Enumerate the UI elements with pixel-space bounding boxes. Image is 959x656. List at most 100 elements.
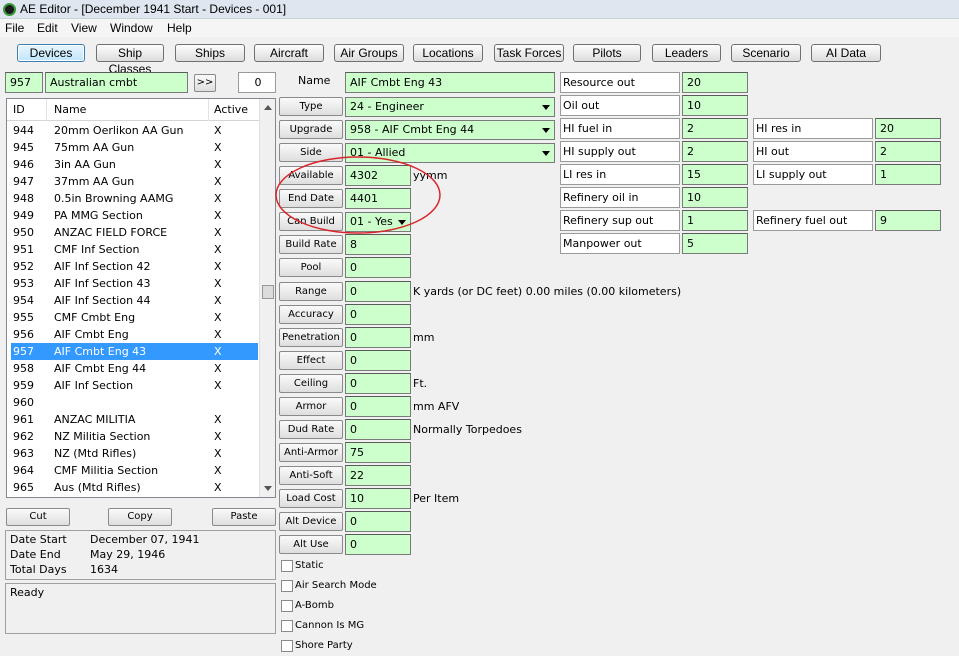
list-item[interactable]: 965 Aus (Mtd Rifles) X: [11, 479, 258, 496]
list-item[interactable]: 959 AIF Inf Section X: [11, 377, 258, 394]
shore-party-checkbox[interactable]: [281, 640, 293, 652]
nation-count-field[interactable]: 0: [238, 72, 276, 93]
alt-use-button[interactable]: Alt Use: [279, 535, 343, 554]
list-item[interactable]: 946 3in AA Gun X: [11, 156, 258, 173]
penetration-field[interactable]: 0: [345, 327, 411, 348]
li-supply-out-field[interactable]: 1: [875, 164, 941, 185]
accuracy-button[interactable]: Accuracy: [279, 305, 343, 324]
pool-button[interactable]: Pool: [279, 258, 343, 277]
armor-button[interactable]: Armor: [279, 397, 343, 416]
tab-scenario[interactable]: Scenario: [731, 44, 801, 62]
effect-button[interactable]: Effect: [279, 351, 343, 370]
upgrade-select[interactable]: 958 - AIF Cmbt Eng 44: [345, 120, 555, 140]
type-button[interactable]: Type: [279, 97, 343, 116]
list-item[interactable]: 948 0.5in Browning AAMG X: [11, 190, 258, 207]
nation-name-field[interactable]: Australian cmbt: [45, 72, 188, 93]
list-item[interactable]: 957 AIF Cmbt Eng 43 X: [11, 343, 258, 360]
li-res-in-field[interactable]: 15: [682, 164, 748, 185]
static-checkbox[interactable]: [281, 560, 293, 572]
list-item[interactable]: 958 AIF Cmbt Eng 44 X: [11, 360, 258, 377]
air-search-mode-checkbox[interactable]: [281, 580, 293, 592]
list-item[interactable]: 956 AIF Cmbt Eng X: [11, 326, 258, 343]
list-item[interactable]: 945 75mm AA Gun X: [11, 139, 258, 156]
hi-supply-out-field[interactable]: 2: [682, 141, 748, 162]
hi-fuel-in-field[interactable]: 2: [682, 118, 748, 139]
effect-field[interactable]: 0: [345, 350, 411, 371]
list-item[interactable]: 962 NZ Militia Section X: [11, 428, 258, 445]
list-item[interactable]: 944 20mm Oerlikon AA Gun X: [11, 122, 258, 139]
oil-out-field[interactable]: 10: [682, 95, 748, 116]
name-field[interactable]: AIF Cmbt Eng 43: [345, 72, 555, 93]
list-item[interactable]: 949 PA MMG Section X: [11, 207, 258, 224]
armor-field[interactable]: 0: [345, 396, 411, 417]
list-item[interactable]: 963 NZ (Mtd Rifles) X: [11, 445, 258, 462]
dud-rate-button[interactable]: Dud Rate: [279, 420, 343, 439]
column-active[interactable]: Active: [214, 103, 248, 116]
scroll-up-icon[interactable]: [264, 105, 272, 110]
anti-soft-button[interactable]: Anti-Soft: [279, 466, 343, 485]
nation-code-field[interactable]: 957: [5, 72, 43, 93]
refinery-sup-out-field[interactable]: 1: [682, 210, 748, 231]
list-item[interactable]: 955 CMF Cmbt Eng X: [11, 309, 258, 326]
alt-device-field[interactable]: 0: [345, 511, 411, 532]
menu-window[interactable]: Window: [110, 19, 153, 37]
ceiling-field[interactable]: 0: [345, 373, 411, 394]
tab-task-forces[interactable]: Task Forces: [494, 44, 564, 62]
tab-ship-classes[interactable]: Ship Classes: [96, 44, 164, 76]
range-button[interactable]: Range: [279, 282, 343, 301]
load-cost-field[interactable]: 10: [345, 488, 411, 509]
list-item[interactable]: 952 AIF Inf Section 42 X: [11, 258, 258, 275]
tab-pilots[interactable]: Pilots: [573, 44, 641, 62]
menu-file[interactable]: File: [5, 19, 24, 37]
cut-button[interactable]: Cut: [6, 508, 70, 526]
column-name[interactable]: Name: [54, 103, 86, 116]
list-item[interactable]: 964 CMF Militia Section X: [11, 462, 258, 479]
cannon-is-mg-checkbox[interactable]: [281, 620, 293, 632]
anti-armor-button[interactable]: Anti-Armor: [279, 443, 343, 462]
menu-help[interactable]: Help: [167, 19, 192, 37]
load-cost-button[interactable]: Load Cost: [279, 489, 343, 508]
range-field[interactable]: 0: [345, 281, 411, 302]
hi-out-field[interactable]: 2: [875, 141, 941, 162]
tab-devices[interactable]: Devices: [17, 44, 85, 62]
a-bomb-checkbox[interactable]: [281, 600, 293, 612]
hi-res-in-field[interactable]: 20: [875, 118, 941, 139]
menu-edit[interactable]: Edit: [37, 19, 58, 37]
list-item[interactable]: 954 AIF Inf Section 44 X: [11, 292, 258, 309]
column-id[interactable]: ID: [13, 103, 25, 116]
resource-out-field[interactable]: 20: [682, 72, 748, 93]
alt-device-button[interactable]: Alt Device: [279, 512, 343, 531]
scroll-thumb[interactable]: [262, 285, 274, 299]
list-item[interactable]: 950 ANZAC FIELD FORCE X: [11, 224, 258, 241]
type-select[interactable]: 24 - Engineer: [345, 97, 555, 117]
list-item[interactable]: 953 AIF Inf Section 43 X: [11, 275, 258, 292]
alt-use-field[interactable]: 0: [345, 534, 411, 555]
tab-locations[interactable]: Locations: [413, 44, 483, 62]
tab-air-groups[interactable]: Air Groups: [334, 44, 404, 62]
list-item[interactable]: 951 CMF Inf Section X: [11, 241, 258, 258]
tab-leaders[interactable]: Leaders: [652, 44, 721, 62]
refinery-fuel-out-field[interactable]: 9: [875, 210, 941, 231]
upgrade-button[interactable]: Upgrade: [279, 120, 343, 139]
device-list[interactable]: ID Name Active 944 20mm Oerlikon AA Gun X 9…: [6, 98, 276, 498]
penetration-button[interactable]: Penetration: [279, 328, 343, 347]
next-nation-button[interactable]: >>: [194, 74, 216, 92]
list-item[interactable]: 960: [11, 394, 258, 411]
paste-button[interactable]: Paste: [212, 508, 276, 526]
anti-soft-field[interactable]: 22: [345, 465, 411, 486]
refinery-oil-in-field[interactable]: 10: [682, 187, 748, 208]
tab-aircraft[interactable]: Aircraft: [254, 44, 324, 62]
menu-view[interactable]: View: [71, 19, 97, 37]
dud-rate-field[interactable]: 0: [345, 419, 411, 440]
list-item[interactable]: 961 ANZAC MILITIA X: [11, 411, 258, 428]
anti-armor-field[interactable]: 75: [345, 442, 411, 463]
manpower-out-field[interactable]: 5: [682, 233, 748, 254]
copy-button[interactable]: Copy: [108, 508, 172, 526]
list-item[interactable]: 947 37mm AA Gun X: [11, 173, 258, 190]
tab-ai-data[interactable]: AI Data: [811, 44, 881, 62]
tab-ships[interactable]: Ships: [175, 44, 245, 62]
accuracy-field[interactable]: 0: [345, 304, 411, 325]
scroll-down-icon[interactable]: [264, 486, 272, 491]
ceiling-button[interactable]: Ceiling: [279, 374, 343, 393]
pool-field[interactable]: 0: [345, 257, 411, 278]
